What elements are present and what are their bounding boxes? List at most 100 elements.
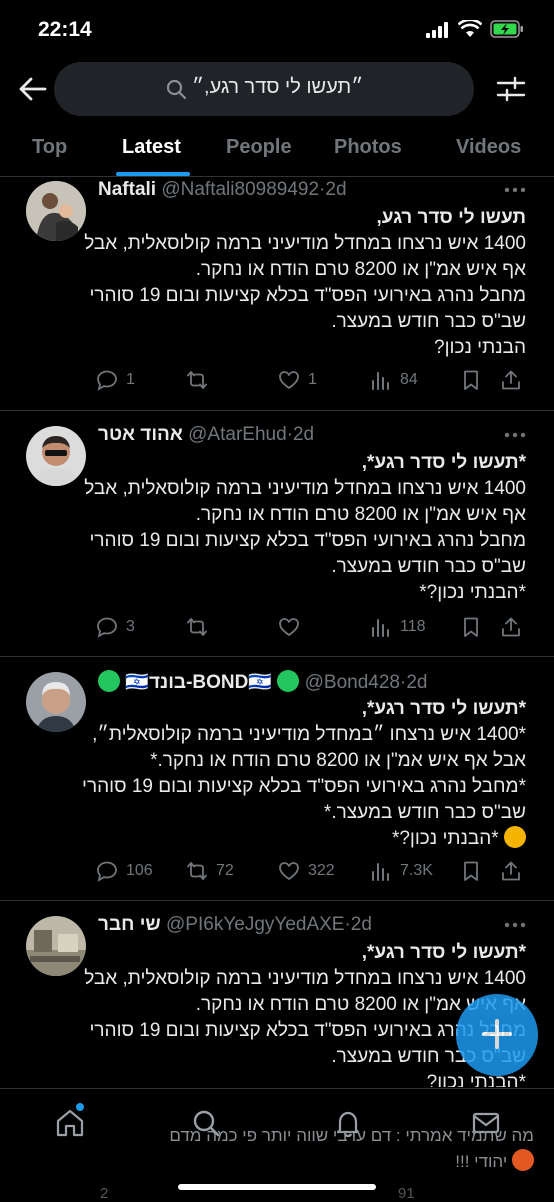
- status-bar: 22:14: [0, 0, 554, 60]
- reply-button[interactable]: 3: [96, 614, 135, 640]
- tweet-item[interactable]: 🇮🇱בונד-BOND🇮🇱 @Bond428·2d *תעשו לי סדר ר…: [0, 656, 554, 901]
- tweet-text: *תעשו לי סדר רגע*, *1400 איש נרצחו ״במחד…: [82, 696, 526, 852]
- handle[interactable]: @Bond428: [305, 672, 400, 693]
- tweet-line: מחבל נהרג באירועי הפס"ד בכלא קציעות ובום…: [89, 530, 526, 551]
- compose-button[interactable]: [456, 994, 538, 1076]
- tab-latest[interactable]: Latest: [122, 136, 181, 159]
- heart-icon: [279, 618, 299, 636]
- display-name[interactable]: שי חבר: [98, 914, 161, 935]
- avatar[interactable]: [26, 181, 86, 241]
- tweet-line: *1400 איש נרצחו ״במחדל מודיעיני ברמה קול…: [92, 724, 526, 745]
- share-icon[interactable]: [500, 616, 522, 638]
- reply-button[interactable]: 1: [96, 367, 135, 393]
- views-button[interactable]: 7.3K: [370, 858, 433, 884]
- overlay-line: מה שתמיד אמרתי : דם ערבי שווה יותר פי כמ…: [169, 1126, 534, 1145]
- tweet-text: *תעשו לי סדר רגע*, 1400 איש נרצחו במחדל …: [84, 450, 526, 606]
- view-count: 7.3K: [400, 862, 433, 879]
- active-tab-indicator: [116, 172, 190, 176]
- reply-button[interactable]: 106: [96, 858, 153, 884]
- heart-icon: [279, 862, 299, 880]
- retweet-icon: [187, 862, 207, 880]
- tweet-line: *תעשו לי סדר רגע*,: [361, 942, 526, 963]
- tweet-line: אף איש אמ"ן או 8200 טרם הודח או נחקר.: [195, 259, 526, 280]
- bookmark-icon[interactable]: [460, 616, 482, 638]
- reply-count: 1: [126, 371, 135, 388]
- handle[interactable]: @PI6kYeJgyYedAXE: [166, 914, 344, 935]
- like-count: 322: [308, 862, 335, 879]
- tweet-line: שב"ס כבר חודש במעצר.: [331, 311, 526, 332]
- tweet-header: 🇮🇱בונד-BOND🇮🇱 @Bond428·2d: [98, 670, 494, 694]
- more-options-icon[interactable]: [504, 922, 526, 928]
- retweet-button[interactable]: 72: [186, 858, 234, 884]
- tweet-line: הבנתי נכון?: [434, 337, 526, 358]
- tweet-line: אבל אף איש אמ"ן או 8200 טרם הודח או נחקר…: [150, 750, 526, 771]
- tab-videos[interactable]: Videos: [456, 136, 521, 159]
- views-chart-icon: [372, 372, 389, 390]
- wifi-icon: [458, 20, 482, 37]
- reply-icon: [97, 370, 117, 391]
- handle[interactable]: @Naftali80989492: [161, 179, 319, 200]
- like-button[interactable]: [278, 614, 308, 640]
- reply-count: 106: [126, 862, 153, 879]
- tab-photos[interactable]: Photos: [334, 136, 402, 159]
- green-dot-icon: [277, 670, 300, 692]
- tweet-line: תעשו לי סדר רגע,: [376, 207, 527, 228]
- ghost-reply-count: 2: [100, 1184, 109, 1202]
- ghost-view-count: 91: [398, 1184, 415, 1202]
- overlay-reply-text: מה שתמיד אמרתי : דם ערבי שווה יותר פי כמ…: [20, 1123, 534, 1175]
- search-input[interactable]: ״תעשו לי סדר רגע,״: [54, 62, 474, 116]
- tab-top[interactable]: Top: [32, 136, 67, 159]
- angry-face-emoji-icon: [512, 1149, 534, 1171]
- tweet-item[interactable]: Naftali @Naftali80989492·2d תעשו לי סדר …: [0, 177, 554, 411]
- share-icon[interactable]: [500, 369, 522, 391]
- ghost-reply-value: 2: [100, 1184, 109, 1202]
- retweet-icon: [187, 371, 207, 389]
- handle[interactable]: @AtarEhud: [188, 424, 287, 445]
- like-count: 1: [308, 371, 317, 388]
- bookmark-icon[interactable]: [460, 860, 482, 882]
- tweet-time: 2d: [325, 179, 347, 200]
- green-dot-icon: [98, 670, 120, 692]
- retweet-button[interactable]: [186, 614, 216, 640]
- tab-people[interactable]: People: [226, 136, 292, 159]
- display-name[interactable]: 🇮🇱בונד-BOND🇮🇱: [125, 672, 272, 693]
- bookmark-icon[interactable]: [460, 369, 482, 391]
- search-query: ״תעשו לי סדר רגע,״: [192, 76, 364, 98]
- tweet-actions: 3 118: [96, 614, 526, 640]
- retweet-count: 72: [216, 862, 234, 879]
- retweet-button[interactable]: [186, 367, 216, 393]
- avatar[interactable]: [26, 916, 86, 976]
- display-name[interactable]: אהוד אטר: [98, 424, 183, 445]
- search-icon: [166, 79, 186, 99]
- tweet-line: שב"ס כבר חודש במעצר.*: [323, 802, 526, 823]
- avatar[interactable]: [26, 426, 86, 486]
- tweet-header: שי חבר @PI6kYeJgyYedAXE·2d: [98, 914, 372, 935]
- tweet-feed[interactable]: Naftali @Naftali80989492·2d תעשו לי סדר …: [0, 177, 554, 1087]
- like-button[interactable]: 322: [278, 858, 335, 884]
- ghost-view-value: 91: [398, 1184, 415, 1202]
- filter-settings-icon[interactable]: [496, 74, 526, 104]
- tweet-line: *תעשו לי סדר רגע*,: [361, 452, 526, 473]
- display-name[interactable]: Naftali: [98, 179, 156, 200]
- tweet-actions: 1 1 84: [96, 367, 526, 393]
- tweet-line: *תעשו לי סדר רגע*,: [361, 698, 526, 719]
- more-options-icon[interactable]: [504, 432, 526, 438]
- avatar[interactable]: [26, 672, 86, 732]
- tweet-line: *מחבל נהרג באירועי הפס"ד בכלא קציעות ובו…: [82, 776, 526, 797]
- views-chart-icon: [372, 863, 389, 881]
- cellular-signal-icon: [426, 22, 448, 38]
- tweet-line: 1400 איש נרצחו במחדל מודיעיני ברמה קולוס…: [84, 233, 526, 254]
- thinking-face-emoji-icon: [504, 826, 526, 848]
- home-notification-dot: [76, 1103, 84, 1111]
- tweet-item[interactable]: אהוד אטר @AtarEhud·2d *תעשו לי סדר רגע*,…: [0, 410, 554, 657]
- more-options-icon[interactable]: [504, 187, 526, 193]
- views-button[interactable]: 118: [370, 614, 426, 640]
- like-button[interactable]: 1: [278, 367, 317, 393]
- tweet-line: 1400 איש נרצחו במחדל מודיעיני ברמה קולוס…: [84, 968, 526, 989]
- tweet-line: *הבנתי נכון?: [426, 1072, 526, 1087]
- share-icon[interactable]: [500, 860, 522, 882]
- views-button[interactable]: 84: [370, 367, 418, 393]
- back-arrow-icon[interactable]: [18, 76, 48, 102]
- tweet-line: אף איש אמ"ן או 8200 טרם הודח או נחקר.: [195, 504, 526, 525]
- tweet-text: תעשו לי סדר רגע, 1400 איש נרצחו במחדל מו…: [84, 205, 527, 361]
